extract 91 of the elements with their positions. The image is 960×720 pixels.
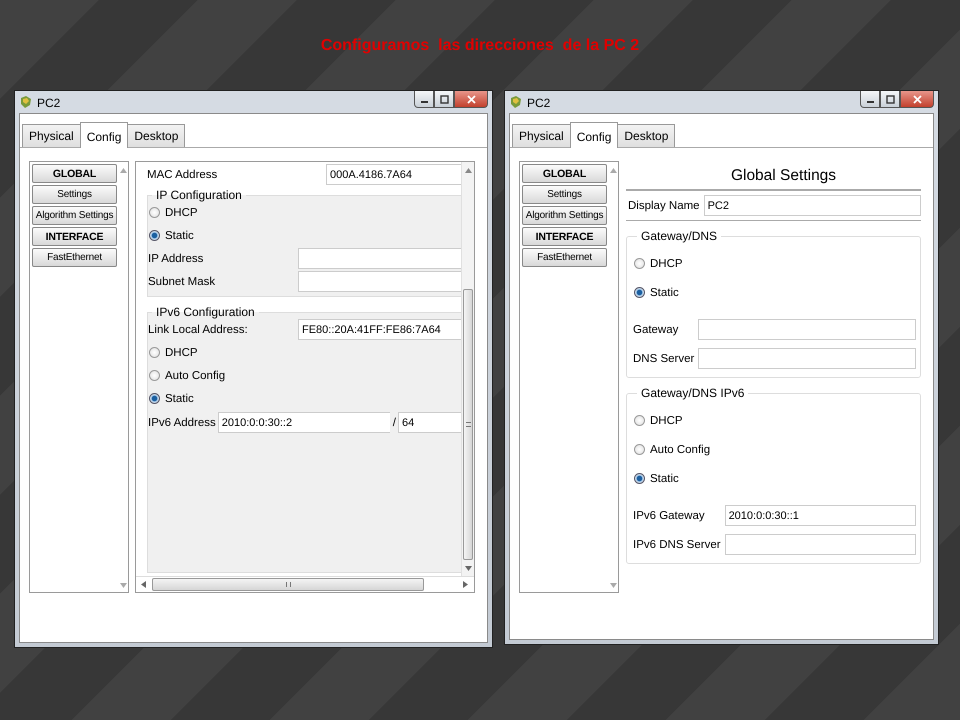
maximize-button[interactable]	[434, 91, 454, 108]
maximize-icon	[886, 94, 894, 104]
horizontal-scrollbar[interactable]	[136, 576, 474, 592]
scroll-right-icon[interactable]	[463, 581, 468, 588]
radio-option[interactable]: Static	[148, 388, 461, 409]
radio-button[interactable]	[149, 370, 160, 381]
radio-option[interactable]: Auto Config	[148, 365, 461, 386]
scroll-up-icon[interactable]	[120, 168, 126, 173]
radio-option[interactable]: Auto Config	[633, 439, 916, 460]
field-label: MAC Address	[147, 168, 218, 180]
sidebar-item[interactable]: FastEthernet	[32, 248, 117, 267]
sidebar-header[interactable]: INTERFACE	[522, 227, 607, 246]
field-label: IPv6 Gateway	[633, 510, 706, 522]
field-label: IPv6 Address	[148, 416, 216, 428]
sidebar-item[interactable]: Settings	[32, 185, 117, 204]
sidebar-item[interactable]: Algorithm Settings	[522, 206, 607, 225]
radio-button[interactable]	[149, 230, 160, 241]
text-field[interactable]: 000A.4186.7A64	[326, 164, 461, 185]
scroll-thumb[interactable]	[152, 578, 424, 591]
tab[interactable]: Physical	[22, 124, 81, 147]
sidebar-header[interactable]: GLOBAL	[32, 164, 117, 183]
sidebar-item[interactable]: FastEthernet	[522, 248, 607, 267]
radio-button[interactable]	[634, 415, 645, 426]
vertical-scrollbar[interactable]	[461, 162, 474, 576]
radio-button[interactable]	[634, 444, 645, 455]
scroll-down-icon[interactable]	[464, 566, 472, 571]
group-title: Gateway/DNS	[640, 229, 718, 243]
field-label: IP Address	[148, 252, 204, 264]
radio-button[interactable]	[634, 287, 645, 298]
group-title: IP Configuration	[155, 188, 243, 202]
scroll-down-icon[interactable]	[610, 583, 616, 588]
radio-button[interactable]	[149, 347, 160, 358]
text-field[interactable]: 2010:0:0:30::2	[218, 412, 390, 433]
tab[interactable]: Desktop	[127, 124, 186, 147]
text-field[interactable]: 2010:0:0:30::1	[724, 505, 916, 526]
sidebar-item[interactable]: Settings	[522, 185, 607, 204]
scroll-thumb[interactable]	[463, 289, 473, 560]
field-label: IPv6 DNS Server	[633, 538, 721, 550]
sidebar-header[interactable]: INTERFACE	[32, 227, 117, 246]
field-label: Gateway	[633, 324, 680, 336]
field-label: Display Name	[628, 200, 700, 212]
radio-option[interactable]: Static	[148, 225, 461, 246]
sidebar-item[interactable]: Algorithm Settings	[32, 206, 117, 225]
radio-option[interactable]: Static	[633, 282, 916, 303]
scroll-up-icon[interactable]	[610, 168, 616, 173]
separator-text: /	[392, 416, 397, 428]
tab[interactable]: Config	[570, 122, 618, 148]
scroll-up-icon[interactable]	[464, 168, 472, 173]
field-label: DNS Server	[633, 352, 694, 364]
tab[interactable]: Desktop	[617, 124, 676, 147]
maximize-icon	[440, 94, 448, 104]
app-icon	[19, 95, 33, 109]
sidebar-header[interactable]: GLOBAL	[522, 164, 607, 183]
text-field[interactable]	[698, 348, 916, 369]
window-title: PC2	[37, 96, 60, 110]
text-field[interactable]: 64	[398, 412, 461, 433]
text-field[interactable]	[724, 534, 916, 555]
radio-option[interactable]: DHCP	[148, 342, 461, 363]
close-button[interactable]	[900, 91, 934, 108]
close-icon	[466, 94, 476, 104]
radio-option[interactable]: Static	[633, 468, 916, 489]
text-field[interactable]	[298, 271, 461, 292]
radio-button[interactable]	[634, 473, 645, 484]
text-field[interactable]	[698, 319, 916, 340]
minimize-icon	[866, 100, 874, 102]
close-icon	[912, 94, 922, 104]
section-heading: Global Settings	[626, 161, 921, 191]
field-label: Subnet Mask	[148, 276, 216, 288]
text-field[interactable]	[298, 248, 461, 269]
group-title: IPv6 Configuration	[155, 305, 256, 319]
radio-option[interactable]: DHCP	[148, 202, 461, 223]
group-title: Gateway/DNS IPv6	[640, 386, 746, 400]
minimize-button[interactable]	[414, 91, 434, 108]
radio-option[interactable]: DHCP	[633, 410, 916, 431]
radio-button[interactable]	[149, 207, 160, 218]
slide-title: Configuramos las direcciones de la PC 2	[320, 36, 640, 56]
text-field[interactable]: PC2	[704, 195, 921, 216]
minimize-icon	[420, 100, 428, 102]
close-button[interactable]	[454, 91, 488, 108]
scroll-left-icon[interactable]	[141, 581, 146, 588]
tab[interactable]: Physical	[512, 124, 571, 147]
text-field[interactable]: FE80::20A:41FF:FE86:7A64	[298, 319, 461, 340]
maximize-button[interactable]	[880, 91, 900, 108]
radio-option[interactable]: DHCP	[633, 253, 916, 274]
app-icon	[509, 95, 523, 109]
tab[interactable]: Config	[80, 122, 128, 148]
radio-button[interactable]	[149, 393, 160, 404]
radio-button[interactable]	[634, 258, 645, 269]
scroll-down-icon[interactable]	[120, 583, 126, 588]
minimize-button[interactable]	[860, 91, 880, 108]
window-title: PC2	[527, 96, 550, 110]
